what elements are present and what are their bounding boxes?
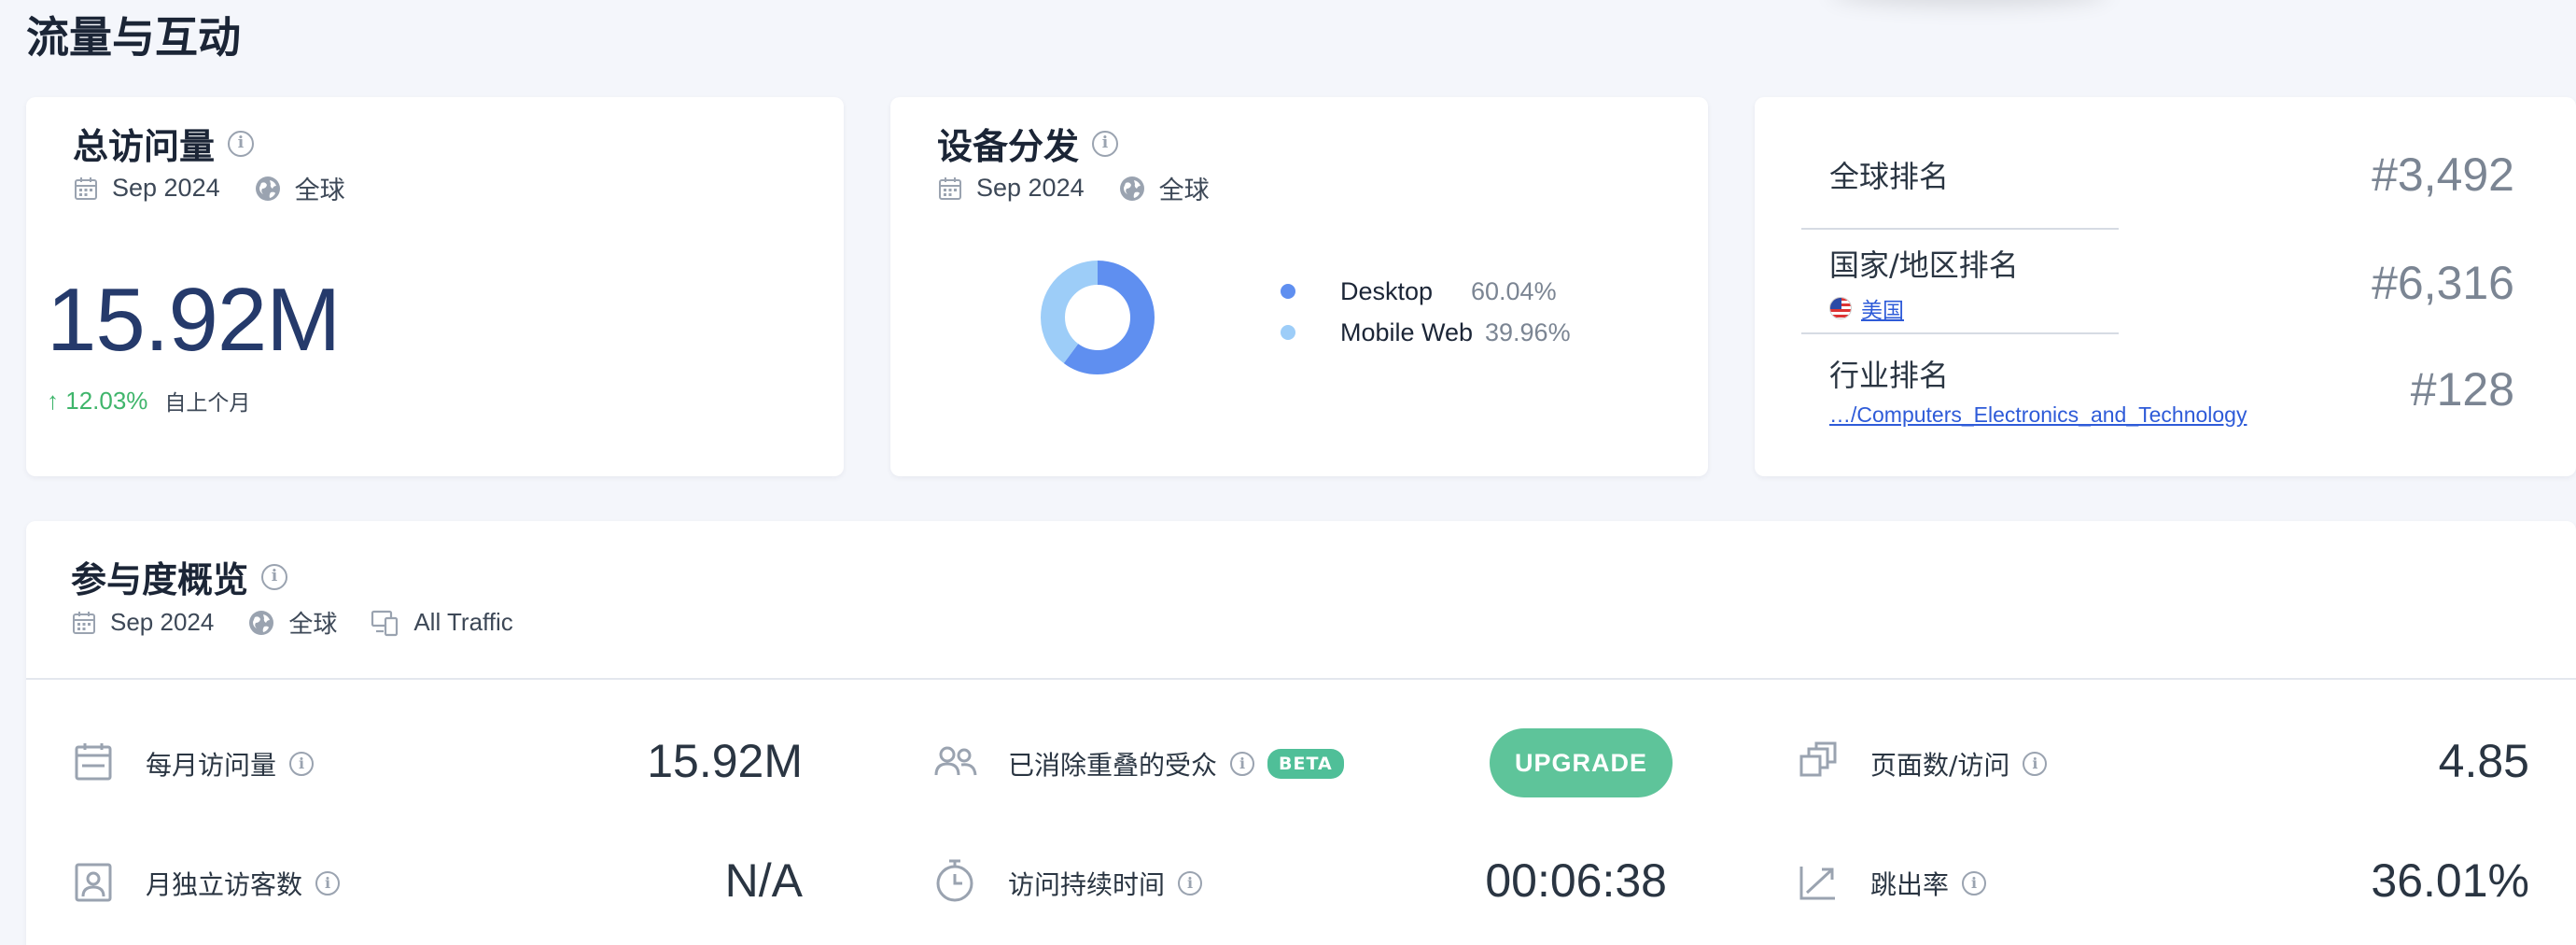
info-icon[interactable]: i xyxy=(315,871,341,896)
globe-icon xyxy=(1118,175,1146,203)
date-label: Sep 2024 xyxy=(112,174,220,202)
total-visits-value: 15.92M xyxy=(47,270,341,370)
legend-dot-mobile xyxy=(1281,325,1295,340)
engagement-card xyxy=(26,521,2576,945)
rank-industry: 行业排名 …/Computers_Electronics_and_Technol… xyxy=(1829,347,2514,431)
legend-item-mobile: Mobile Web 39.96% xyxy=(1281,312,1571,353)
calendar-icon xyxy=(73,176,99,202)
info-icon[interactable]: i xyxy=(2023,752,2048,776)
total-visits-delta: ↑ 12.03% 自上个月 xyxy=(47,385,250,416)
total-visits-title: 总访问量 i xyxy=(73,118,255,169)
info-icon[interactable]: i xyxy=(289,752,315,776)
pages-per-visit-value: 4.85 xyxy=(2438,735,2529,787)
devices-icon xyxy=(371,609,400,637)
rank-global-label: 全球排名 xyxy=(1829,159,1950,194)
us-flag-icon xyxy=(1829,297,1852,319)
date-label: Sep 2024 xyxy=(110,608,215,636)
info-icon[interactable]: i xyxy=(228,130,255,157)
visit-duration-label: 访问持续时间 i xyxy=(1008,865,1203,902)
page-title: 流量与互动 xyxy=(26,12,241,63)
country-link-text[interactable]: 美国 xyxy=(1861,292,1904,324)
rank-global-value: #3,492 xyxy=(2372,148,2514,201)
legend-name: Desktop xyxy=(1340,276,1434,305)
pages-per-visit-label: 页面数/访问 i xyxy=(1870,745,2048,783)
globe-icon xyxy=(247,609,275,637)
globe-icon xyxy=(254,175,282,203)
delta-value: 12.03% xyxy=(65,386,148,415)
unique-visitors-label-text: 月独立访客数 xyxy=(146,869,303,900)
engagement-title-text: 参与度概览 xyxy=(71,559,249,600)
industry-link[interactable]: …/Computers_Electronics_and_Technology xyxy=(1829,402,2247,428)
unique-visitors-value: N/A xyxy=(724,854,803,907)
legend-name: Mobile Web xyxy=(1340,317,1474,346)
dedup-audience-label: 已消除重叠的受众 i BETA xyxy=(1008,745,1344,783)
engagement-meta: Sep 2024 全球 All Traffic xyxy=(71,605,513,640)
stopwatch-icon xyxy=(933,857,976,909)
total-visits-meta: Sep 2024 全球 xyxy=(73,170,345,206)
calendar-icon xyxy=(937,176,963,202)
engagement-title: 参与度概览 i xyxy=(71,551,288,602)
delta-up: ↑ 12.03% xyxy=(47,387,147,416)
info-icon[interactable]: i xyxy=(1092,130,1119,157)
audience-icon xyxy=(933,743,978,785)
rank-industry-label: 行业排名 xyxy=(1829,357,1950,393)
traffic-label: All Traffic xyxy=(413,608,513,636)
legend-value: 60.04% xyxy=(1471,276,1557,305)
info-icon[interactable]: i xyxy=(1178,871,1203,896)
region-label: 全球 xyxy=(1158,176,1210,205)
legend-dot-desktop xyxy=(1281,284,1295,299)
visit-duration-label-text: 访问持续时间 xyxy=(1008,869,1166,900)
rank-country-label: 国家/地区排名 xyxy=(1829,247,2019,283)
device-title: 设备分发 i xyxy=(937,118,1119,169)
legend-value: 39.96% xyxy=(1485,317,1571,346)
visitor-id-icon xyxy=(73,861,114,909)
pages-per-visit-label-text: 页面数/访问 xyxy=(1870,750,2010,781)
monthly-visits-label: 每月访问量 i xyxy=(146,745,315,783)
dedup-audience-label-text: 已消除重叠的受众 xyxy=(1008,750,1218,781)
beta-badge: BETA xyxy=(1267,749,1344,779)
device-donut-chart xyxy=(1041,261,1155,374)
rank-global: 全球排名 #3,492 xyxy=(1829,142,2514,207)
bounce-rate-value: 36.01% xyxy=(2371,854,2529,907)
upgrade-button[interactable]: UPGRADE xyxy=(1490,728,1673,797)
pages-icon xyxy=(1798,741,1839,787)
monthly-visits-value: 15.92M xyxy=(647,735,803,787)
total-visits-title-text: 总访问量 xyxy=(73,126,216,167)
region-label: 全球 xyxy=(294,176,345,205)
rank-divider xyxy=(1801,332,2119,334)
bounce-rate-icon xyxy=(1798,861,1839,907)
visit-duration-value: 00:06:38 xyxy=(1485,854,1667,907)
rank-divider xyxy=(1801,228,2119,230)
calendar-icon xyxy=(71,610,97,636)
calendar-metric-icon xyxy=(73,741,114,787)
engagement-divider xyxy=(26,678,2576,680)
info-icon[interactable]: i xyxy=(1962,871,1987,896)
unique-visitors-label: 月独立访客数 i xyxy=(146,865,341,902)
device-legend: Desktop 60.04% Mobile Web 39.96% xyxy=(1281,271,1571,353)
info-icon[interactable]: i xyxy=(1230,752,1255,776)
device-meta: Sep 2024 全球 xyxy=(937,170,1210,206)
region-label: 全球 xyxy=(288,610,338,638)
arrow-up-icon: ↑ xyxy=(47,386,59,415)
monthly-visits-label-text: 每月访问量 xyxy=(146,750,277,781)
rank-industry-value: #128 xyxy=(2410,363,2514,416)
bounce-rate-label-text: 跳出率 xyxy=(1870,869,1950,900)
delta-note: 自上个月 xyxy=(164,390,251,415)
rank-country-value: #6,316 xyxy=(2372,257,2514,309)
rank-country-labels: 国家/地区排名 美国 xyxy=(1829,242,2019,324)
rank-country: 国家/地区排名 美国 #6,316 xyxy=(1829,241,2514,325)
device-title-text: 设备分发 xyxy=(937,126,1080,167)
country-link[interactable]: 美国 xyxy=(1829,292,2019,324)
bounce-rate-label: 跳出率 i xyxy=(1870,865,1987,902)
legend-item-desktop: Desktop 60.04% xyxy=(1281,271,1571,312)
date-label: Sep 2024 xyxy=(976,174,1085,202)
rank-industry-labels: 行业排名 …/Computers_Electronics_and_Technol… xyxy=(1829,352,2247,428)
info-icon[interactable]: i xyxy=(261,563,288,590)
